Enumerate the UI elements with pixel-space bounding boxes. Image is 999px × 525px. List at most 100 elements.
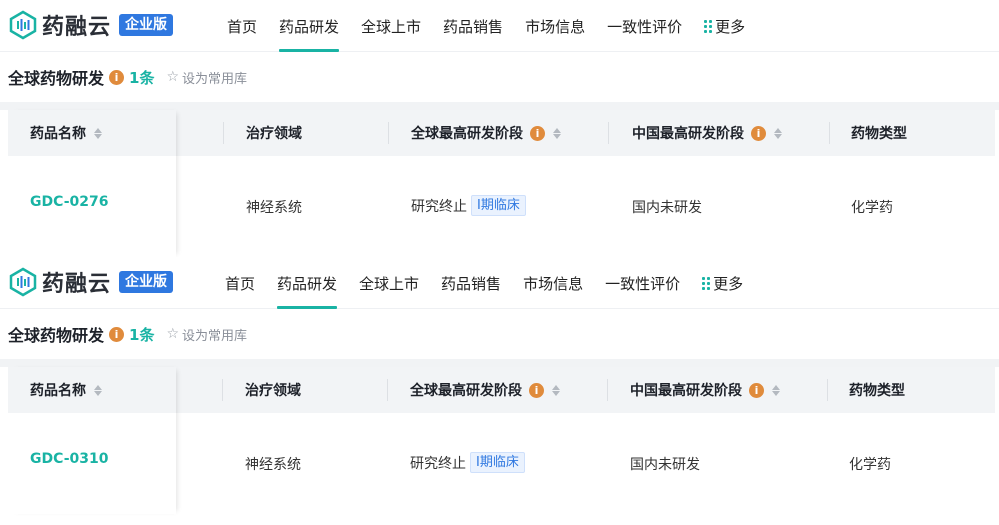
- hexagon-logo-icon: [9, 10, 37, 40]
- column-divider: [223, 122, 224, 144]
- star-outline-icon: ☆: [166, 326, 180, 342]
- sort-icon[interactable]: [553, 127, 561, 139]
- section-title: 全球药物研发: [8, 69, 105, 88]
- drug-name-link[interactable]: GDC-0276: [30, 194, 108, 210]
- column-drug-name[interactable]: 药品名称: [30, 367, 102, 413]
- column-global-stage[interactable]: 全球最高研发阶段 i: [411, 110, 561, 156]
- column-divider: [829, 122, 830, 144]
- global-status-text: 研究终止: [411, 198, 467, 215]
- column-divider: [222, 379, 223, 401]
- nav-item-drug-rd[interactable]: 药品研发: [268, 0, 350, 52]
- set-favorite-label: 设为常用库: [182, 71, 248, 87]
- section-title: 全球药物研发: [8, 326, 105, 345]
- column-label: 全球最高研发阶段: [411, 126, 523, 142]
- grid-dots-icon: [702, 276, 711, 290]
- brand-logo[interactable]: 药融云 企业版: [8, 264, 174, 300]
- info-icon[interactable]: i: [109, 69, 125, 85]
- nav-item-consistency-eval[interactable]: 一致性评价: [594, 257, 691, 309]
- nav-item-global-launch[interactable]: 全球上市: [348, 257, 430, 309]
- nav-item-drug-sales[interactable]: 药品销售: [432, 0, 514, 52]
- column-therapeutic-area: 治疗领域: [246, 110, 302, 156]
- brand-name: 药融云: [42, 15, 112, 40]
- edition-badge: 企业版: [119, 271, 174, 293]
- nav-item-drug-rd[interactable]: 药品研发: [266, 257, 348, 309]
- main-nav: 首页 药品研发 全球上市 药品销售 市场信息 一致性评价 更多: [214, 257, 754, 309]
- global-status-text: 研究终止: [410, 455, 466, 472]
- set-favorite-button[interactable]: ☆ 设为常用库: [166, 325, 247, 344]
- info-icon[interactable]: i: [751, 125, 766, 141]
- global-stage-cell: 研究终止 Ⅰ期临床: [410, 452, 525, 473]
- table-header: 药品名称 治疗领域 全球最高研发阶段 i 中国最高研发阶段 i 药物类型: [8, 110, 995, 156]
- phase-tag: Ⅰ期临床: [471, 195, 526, 216]
- column-drug-name[interactable]: 药品名称: [30, 110, 102, 156]
- nav-item-drug-sales[interactable]: 药品销售: [430, 257, 512, 309]
- nav-more-label: 更多: [713, 274, 744, 293]
- set-favorite-button[interactable]: ☆ 设为常用库: [166, 68, 247, 87]
- phase-tag: Ⅰ期临床: [470, 452, 525, 473]
- info-icon[interactable]: i: [749, 382, 764, 398]
- drug-name-link[interactable]: GDC-0310: [30, 451, 108, 467]
- nav-item-home[interactable]: 首页: [216, 0, 268, 52]
- column-divider: [388, 122, 389, 144]
- nav-item-market-info[interactable]: 市场信息: [512, 257, 594, 309]
- column-china-stage[interactable]: 中国最高研发阶段 i: [630, 367, 780, 413]
- column-label: 治疗领域: [246, 126, 302, 142]
- section-divider: [0, 359, 999, 367]
- column-divider: [608, 122, 609, 144]
- column-label: 中国最高研发阶段: [630, 383, 742, 399]
- sort-icon[interactable]: [772, 384, 780, 396]
- column-divider: [827, 379, 828, 401]
- china-stage-cell: 国内未研发: [630, 457, 700, 473]
- nav-item-global-launch[interactable]: 全球上市: [350, 0, 432, 52]
- china-stage-cell: 国内未研发: [632, 200, 702, 216]
- sort-icon[interactable]: [94, 384, 102, 396]
- table-header: 药品名称 治疗领域 全球最高研发阶段 i 中国最高研发阶段 i 药物类型: [8, 367, 995, 413]
- table-row: GDC-0310 神经系统 研究终止 Ⅰ期临床 国内未研发 化学药: [8, 413, 995, 514]
- sort-icon[interactable]: [94, 127, 102, 139]
- global-stage-cell: 研究终止 Ⅰ期临床: [411, 195, 526, 216]
- column-drug-type: 药物类型: [849, 367, 905, 413]
- column-label: 药物类型: [851, 126, 907, 142]
- nav-item-consistency-eval[interactable]: 一致性评价: [596, 0, 693, 52]
- info-icon[interactable]: i: [530, 125, 545, 141]
- drug-type-cell: 化学药: [851, 200, 893, 216]
- screenshot-block-1: 药融云 企业版 首页 药品研发 全球上市 药品销售 市场信息 一致性评价 更多 …: [0, 0, 999, 257]
- info-icon[interactable]: i: [529, 382, 544, 398]
- main-nav: 首页 药品研发 全球上市 药品销售 市场信息 一致性评价 更多: [216, 0, 756, 52]
- column-label: 中国最高研发阶段: [632, 126, 744, 142]
- column-label: 治疗领域: [245, 383, 301, 399]
- sort-icon[interactable]: [552, 384, 560, 396]
- column-label: 药品名称: [30, 383, 86, 399]
- result-count: 1条: [129, 68, 155, 87]
- drug-type-cell: 化学药: [849, 457, 891, 473]
- set-favorite-label: 设为常用库: [182, 328, 248, 344]
- column-drug-type: 药物类型: [851, 110, 907, 156]
- top-navigation-bar: 药融云 企业版 首页 药品研发 全球上市 药品销售 市场信息 一致性评价 更多: [0, 0, 999, 52]
- top-navigation-bar: 药融云 企业版 首页 药品研发 全球上市 药品销售 市场信息 一致性评价 更多: [0, 257, 999, 309]
- column-china-stage[interactable]: 中国最高研发阶段 i: [632, 110, 782, 156]
- brand-name: 药融云: [42, 272, 112, 297]
- column-label: 药物类型: [849, 383, 905, 399]
- section-header: 全球药物研发 i 1条 ☆ 设为常用库: [0, 309, 999, 359]
- edition-badge: 企业版: [119, 14, 174, 36]
- result-count: 1条: [129, 325, 155, 344]
- nav-item-market-info[interactable]: 市场信息: [514, 0, 596, 52]
- column-global-stage[interactable]: 全球最高研发阶段 i: [410, 367, 560, 413]
- therapeutic-area-cell: 神经系统: [245, 457, 301, 473]
- table-row: GDC-0276 神经系统 研究终止 Ⅰ期临床 国内未研发 化学药: [8, 156, 995, 257]
- nav-item-more[interactable]: 更多: [691, 257, 754, 309]
- grid-dots-icon: [704, 19, 713, 33]
- column-label: 药品名称: [30, 126, 86, 142]
- column-divider: [607, 379, 608, 401]
- therapeutic-area-cell: 神经系统: [246, 200, 302, 216]
- brand-logo[interactable]: 药融云 企业版: [8, 7, 174, 43]
- column-divider: [387, 379, 388, 401]
- screenshot-block-2: 药融云 企业版 首页 药品研发 全球上市 药品销售 市场信息 一致性评价 更多 …: [0, 257, 999, 514]
- info-icon[interactable]: i: [109, 326, 125, 342]
- hexagon-logo-icon: [9, 267, 37, 297]
- nav-item-home[interactable]: 首页: [214, 257, 266, 309]
- section-header: 全球药物研发 i 1条 ☆ 设为常用库: [0, 52, 999, 102]
- sort-icon[interactable]: [774, 127, 782, 139]
- section-divider: [0, 102, 999, 110]
- nav-item-more[interactable]: 更多: [693, 0, 756, 52]
